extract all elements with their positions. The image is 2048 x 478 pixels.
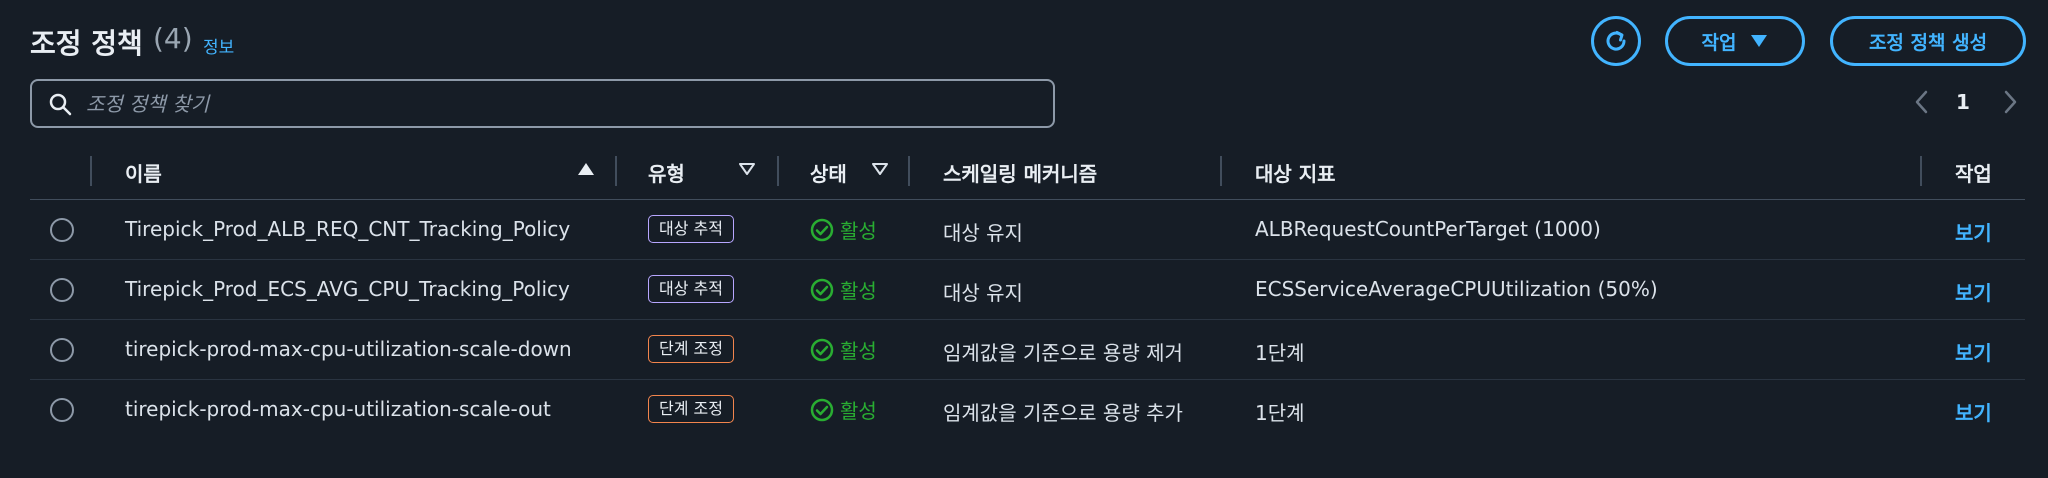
info-link[interactable]: 정보 [203, 33, 234, 58]
caret-down-icon [1751, 35, 1768, 47]
scaling-mechanism: 대상 유지 [943, 281, 1023, 305]
view-link[interactable]: 보기 [1955, 217, 1992, 246]
policy-type-badge: 대상 추적 [648, 275, 734, 303]
column-header-actions: 작업 [1955, 162, 1992, 186]
status-text: 활성 [840, 339, 877, 363]
policy-type-badge: 단계 조정 [648, 335, 734, 363]
actions-button-label: 작업 [1701, 31, 1737, 54]
refresh-icon [1606, 31, 1626, 51]
table-row[interactable]: Tirepick_Prod_ALB_REQ_CNT_Tracking_Polic… [30, 200, 2025, 260]
status-indicator: 활성 [810, 395, 877, 424]
row-select-radio[interactable] [50, 338, 74, 362]
target-metric: 1단계 [1255, 401, 1305, 425]
scaling-mechanism: 임계값을 기준으로 용량 추가 [943, 401, 1183, 425]
column-divider [1220, 156, 1222, 186]
column-divider [615, 156, 617, 186]
status-text: 활성 [840, 279, 877, 303]
row-select-radio[interactable] [50, 218, 74, 242]
target-metric: 1단계 [1255, 341, 1305, 365]
scaling-policies-panel: 조정 정책 (4) 정보 작업 조정 정책 생성 1 이름 [0, 0, 2048, 478]
search-icon [49, 93, 72, 115]
status-text: 활성 [840, 219, 877, 243]
column-header-name[interactable]: 이름 [125, 158, 162, 187]
policy-count: (4) [153, 22, 193, 55]
status-indicator: 활성 [810, 215, 877, 244]
row-select-radio[interactable] [50, 398, 74, 422]
sort-icon[interactable] [871, 162, 889, 176]
view-link[interactable]: 보기 [1955, 397, 1992, 426]
policy-name: tirepick-prod-max-cpu-utilization-scale-… [125, 397, 551, 421]
page-title: 조정 정책 [30, 27, 143, 60]
scaling-mechanism: 임계값을 기준으로 용량 제거 [943, 341, 1183, 365]
column-header-metric: 대상 지표 [1255, 162, 1336, 186]
status-indicator: 활성 [810, 275, 877, 304]
next-page-icon[interactable] [1998, 88, 2022, 116]
column-header-status[interactable]: 상태 [810, 158, 847, 187]
scaling-mechanism: 대상 유지 [943, 221, 1023, 245]
column-divider [908, 156, 910, 186]
column-header-type[interactable]: 유형 [648, 158, 685, 187]
create-button-label: 조정 정책 생성 [1868, 31, 1988, 54]
column-header-mechanism: 스케일링 메커니즘 [943, 162, 1098, 186]
table-row[interactable]: Tirepick_Prod_ECS_AVG_CPU_Tracking_Polic… [30, 260, 2025, 320]
view-link[interactable]: 보기 [1955, 337, 1992, 366]
status-indicator: 활성 [810, 335, 877, 364]
sort-icon[interactable] [738, 162, 756, 176]
search-bar [30, 79, 1055, 128]
check-circle-icon [810, 218, 834, 241]
actions-dropdown-button[interactable]: 작업 [1665, 16, 1805, 66]
table-row[interactable]: tirepick-prod-max-cpu-utilization-scale-… [30, 320, 2025, 380]
target-metric: ALBRequestCountPerTarget (1000) [1255, 217, 1601, 241]
refresh-button[interactable] [1591, 16, 1641, 66]
create-scaling-policy-button[interactable]: 조정 정책 생성 [1830, 16, 2026, 66]
check-circle-icon [810, 338, 834, 361]
column-divider [90, 156, 92, 186]
column-divider [1920, 156, 1922, 186]
row-select-radio[interactable] [50, 278, 74, 302]
status-text: 활성 [840, 399, 877, 423]
policy-name: Tirepick_Prod_ECS_AVG_CPU_Tracking_Polic… [125, 277, 570, 301]
view-link[interactable]: 보기 [1955, 277, 1992, 306]
search-input[interactable] [86, 83, 1053, 124]
policy-name: tirepick-prod-max-cpu-utilization-scale-… [125, 337, 572, 361]
check-circle-icon [810, 278, 834, 301]
check-circle-icon [810, 398, 834, 421]
policy-type-badge: 단계 조정 [648, 395, 734, 423]
column-divider [777, 156, 779, 186]
current-page-number[interactable]: 1 [1956, 90, 1970, 114]
policy-name: Tirepick_Prod_ALB_REQ_CNT_Tracking_Polic… [125, 217, 571, 241]
previous-page-icon[interactable] [1910, 88, 1934, 116]
sort-ascending-icon[interactable] [577, 162, 595, 176]
policy-type-badge: 대상 추적 [648, 215, 734, 243]
target-metric: ECSServiceAverageCPUUtilization (50%) [1255, 277, 1658, 301]
table-header: 이름 유형 상태 스케일링 메커니즘 대상 지표 작업 [30, 150, 2025, 200]
table-row[interactable]: tirepick-prod-max-cpu-utilization-scale-… [30, 380, 2025, 440]
